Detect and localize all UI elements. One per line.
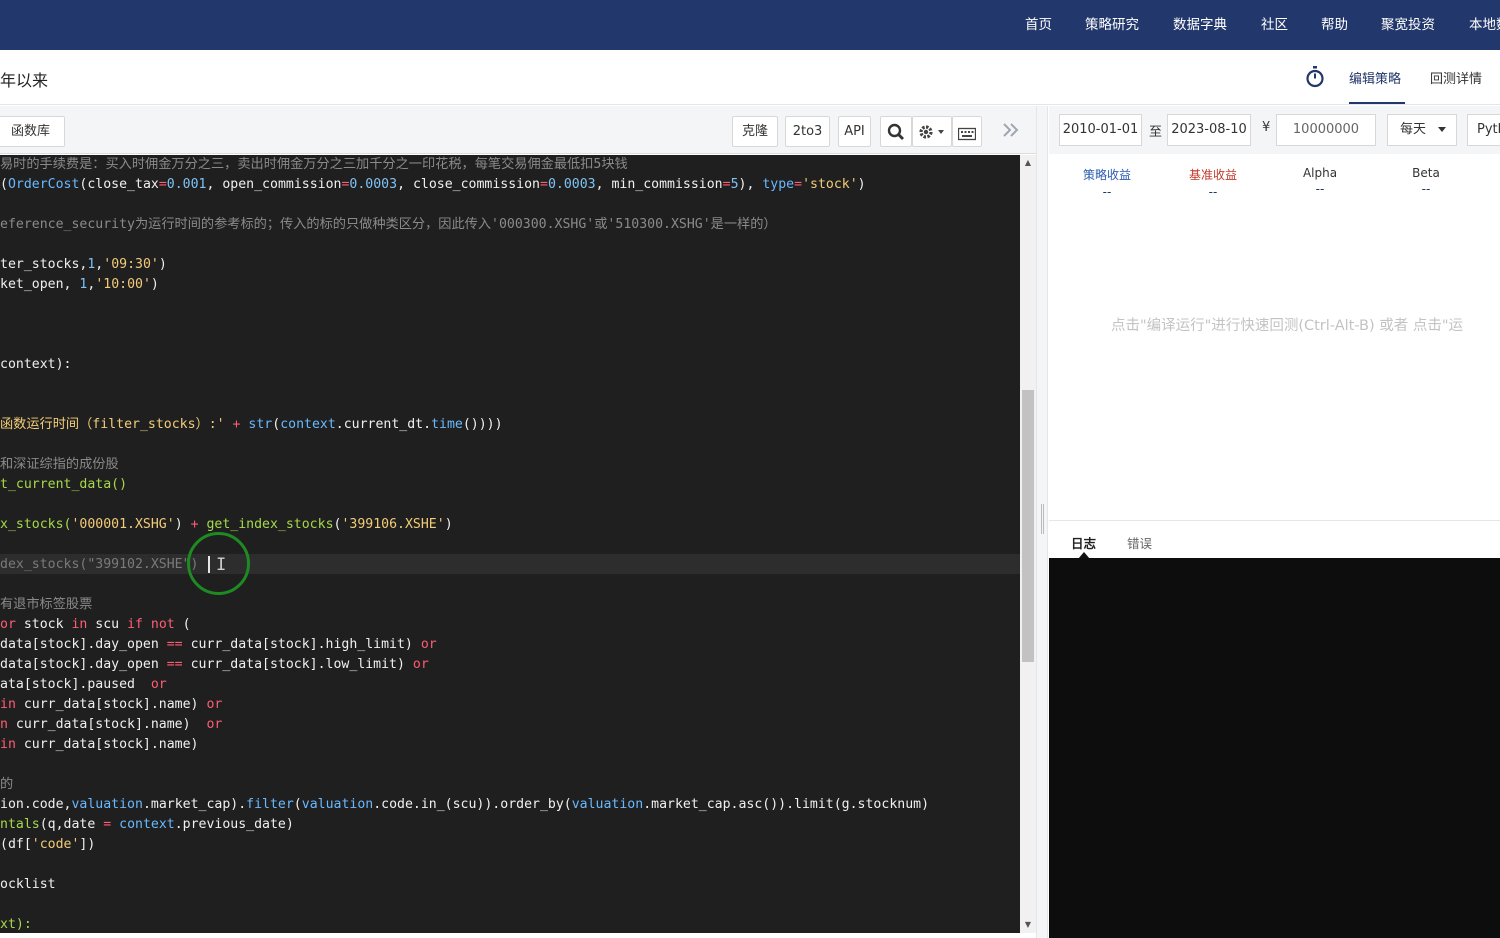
metric-value: -- — [1421, 182, 1431, 196]
nav-joinquant-invest[interactable]: 聚宽投资 — [1381, 0, 1435, 50]
code-line: t_current_data() — [0, 477, 128, 492]
panel-splitter[interactable] — [1036, 106, 1048, 938]
code-line: (OrderCost(close_tax=0.001, open_commiss… — [0, 177, 866, 192]
scroll-down-icon[interactable]: ▼ — [1023, 920, 1033, 930]
keyboard-button[interactable] — [952, 116, 982, 147]
start-date-input[interactable]: 2010-01-01 — [1059, 114, 1142, 146]
metric-benchmark-return: 基准收益 -- — [1168, 166, 1258, 199]
language-select[interactable]: Pyth — [1467, 114, 1500, 146]
backtest-panel: 2010-01-01 至 2023-08-10 ¥ 10000000 每天 Py… — [1049, 106, 1500, 938]
end-date-input[interactable]: 2023-08-10 — [1167, 114, 1251, 146]
code-line: 易时的手续费是：买入时佣金万分之三，卖出时佣金万分之三加千分之一印花税，每笔交易… — [0, 157, 628, 172]
code-line: ter_stocks,1,'09:30') — [0, 257, 167, 272]
nav-strategy-research[interactable]: 策略研究 — [1085, 0, 1139, 50]
tab-log[interactable]: 日志 — [1071, 533, 1096, 552]
code-line: data[stock].day_open == curr_data[stock]… — [0, 637, 437, 652]
metric-label: 策略收益 — [1082, 168, 1131, 182]
code-line: 的 — [0, 777, 14, 792]
log-output[interactable] — [1049, 558, 1500, 938]
settings-button[interactable] — [912, 116, 952, 147]
strategy-title[interactable]: 年以来 — [0, 67, 48, 91]
nav-data-dictionary[interactable]: 数据字典 — [1173, 0, 1227, 50]
code-line: ion.code,valuation.market_cap).filter(va… — [0, 797, 930, 812]
metric-strategy-return: 策略收益 -- — [1062, 166, 1152, 199]
capital-input[interactable]: 10000000 — [1276, 114, 1376, 146]
frequency-value: 每天 — [1400, 122, 1427, 137]
metric-label: 基准收益 — [1188, 168, 1237, 182]
gear-icon — [919, 125, 944, 139]
metric-value: -- — [1315, 182, 1325, 196]
tab-error[interactable]: 错误 — [1127, 533, 1152, 552]
active-tab-indicator — [1349, 102, 1405, 104]
code-line: 和深证综指的成份股 — [0, 457, 119, 472]
nav-help[interactable]: 帮助 — [1321, 0, 1348, 50]
code-line: 函数运行时间（filter_stocks）:' + str(context.cu… — [0, 417, 511, 432]
metric-beta: Beta -- — [1381, 166, 1471, 196]
metric-value: -- — [1208, 185, 1218, 199]
code-line: ocklist — [0, 877, 56, 892]
code-line: (df['code']) — [0, 837, 96, 852]
code-line: n curr_data[stock].name) or — [0, 717, 223, 732]
code-line: in curr_data[stock].name) — [0, 737, 199, 752]
code-line: eference_security为运行时间的参考标的；传入的标的只做种类区分，… — [0, 217, 777, 232]
code-line: dex_stocks("399102.XSHE") — [0, 557, 199, 572]
scrollbar-thumb[interactable] — [1022, 390, 1034, 662]
tab-edit-strategy[interactable]: 编辑策略 — [1349, 68, 1401, 87]
nav-home[interactable]: 首页 — [1025, 0, 1052, 50]
code-line: context): — [0, 357, 72, 372]
search-button[interactable] — [880, 116, 912, 147]
mouse-click-indicator — [187, 532, 250, 595]
log-tabs: 日志 错误 — [1049, 520, 1500, 559]
code-line: in curr_data[stock].name) or — [0, 697, 223, 712]
code-line: ket_open, 1,'10:00') — [0, 277, 159, 292]
metric-label: Beta — [1412, 166, 1440, 180]
code-line: or stock in scu if not ( — [0, 617, 191, 632]
code-line: ntals(q,date = context.previous_date) — [0, 817, 294, 832]
stopwatch-icon[interactable] — [1305, 66, 1325, 88]
date-range-separator: 至 — [1149, 125, 1163, 140]
strategy-header: 年以来 编辑策略 回测详情 — [0, 50, 1500, 105]
nav-local-data[interactable]: 本地数 — [1469, 0, 1500, 50]
clone-button[interactable]: 克隆 — [732, 116, 778, 147]
code-line: xt): — [0, 917, 32, 932]
metric-alpha: Alpha -- — [1275, 166, 1365, 196]
top-navbar: 首页 策略研究 数据字典 社区 帮助 聚宽投资 本地数 — [0, 0, 1500, 50]
splitter-grip-icon[interactable] — [1041, 504, 1044, 534]
frequency-select[interactable]: 每天 — [1387, 114, 1457, 146]
keyboard-icon — [957, 127, 977, 141]
scroll-up-icon[interactable]: ▲ — [1023, 158, 1033, 168]
search-icon — [887, 123, 904, 140]
2to3-button[interactable]: 2to3 — [785, 116, 830, 147]
tab-backtest-detail[interactable]: 回测详情 — [1430, 68, 1482, 87]
code-line: data[stock].day_open == curr_data[stock]… — [0, 657, 429, 672]
code-line: ata[stock].paused or — [0, 677, 167, 692]
backtest-settings-bar: 2010-01-01 至 2023-08-10 ¥ 10000000 每天 Py… — [1049, 106, 1500, 154]
currency-symbol: ¥ — [1262, 120, 1271, 135]
editor-toolbar: 函数库 克隆 2to3 API — [0, 106, 1036, 154]
api-button[interactable]: API — [838, 116, 871, 147]
run-hint-text: 点击"编译运行"进行快速回测(Ctrl-Alt-B) 或者 点击"运 — [1111, 318, 1464, 334]
code-line: 有退市标签股票 — [0, 597, 93, 612]
metric-value: -- — [1102, 185, 1112, 199]
nav-community[interactable]: 社区 — [1261, 0, 1288, 50]
caret-down-icon — [1438, 127, 1446, 132]
metric-label: Alpha — [1302, 166, 1338, 180]
function-library-button[interactable]: 函数库 — [0, 116, 65, 147]
code-editor[interactable]: 易时的手续费是：买入时佣金万分之三，卖出时佣金万分之三加千分之一印花税，每笔交易… — [0, 155, 1020, 933]
double-chevron-right-icon[interactable] — [1002, 123, 1020, 137]
